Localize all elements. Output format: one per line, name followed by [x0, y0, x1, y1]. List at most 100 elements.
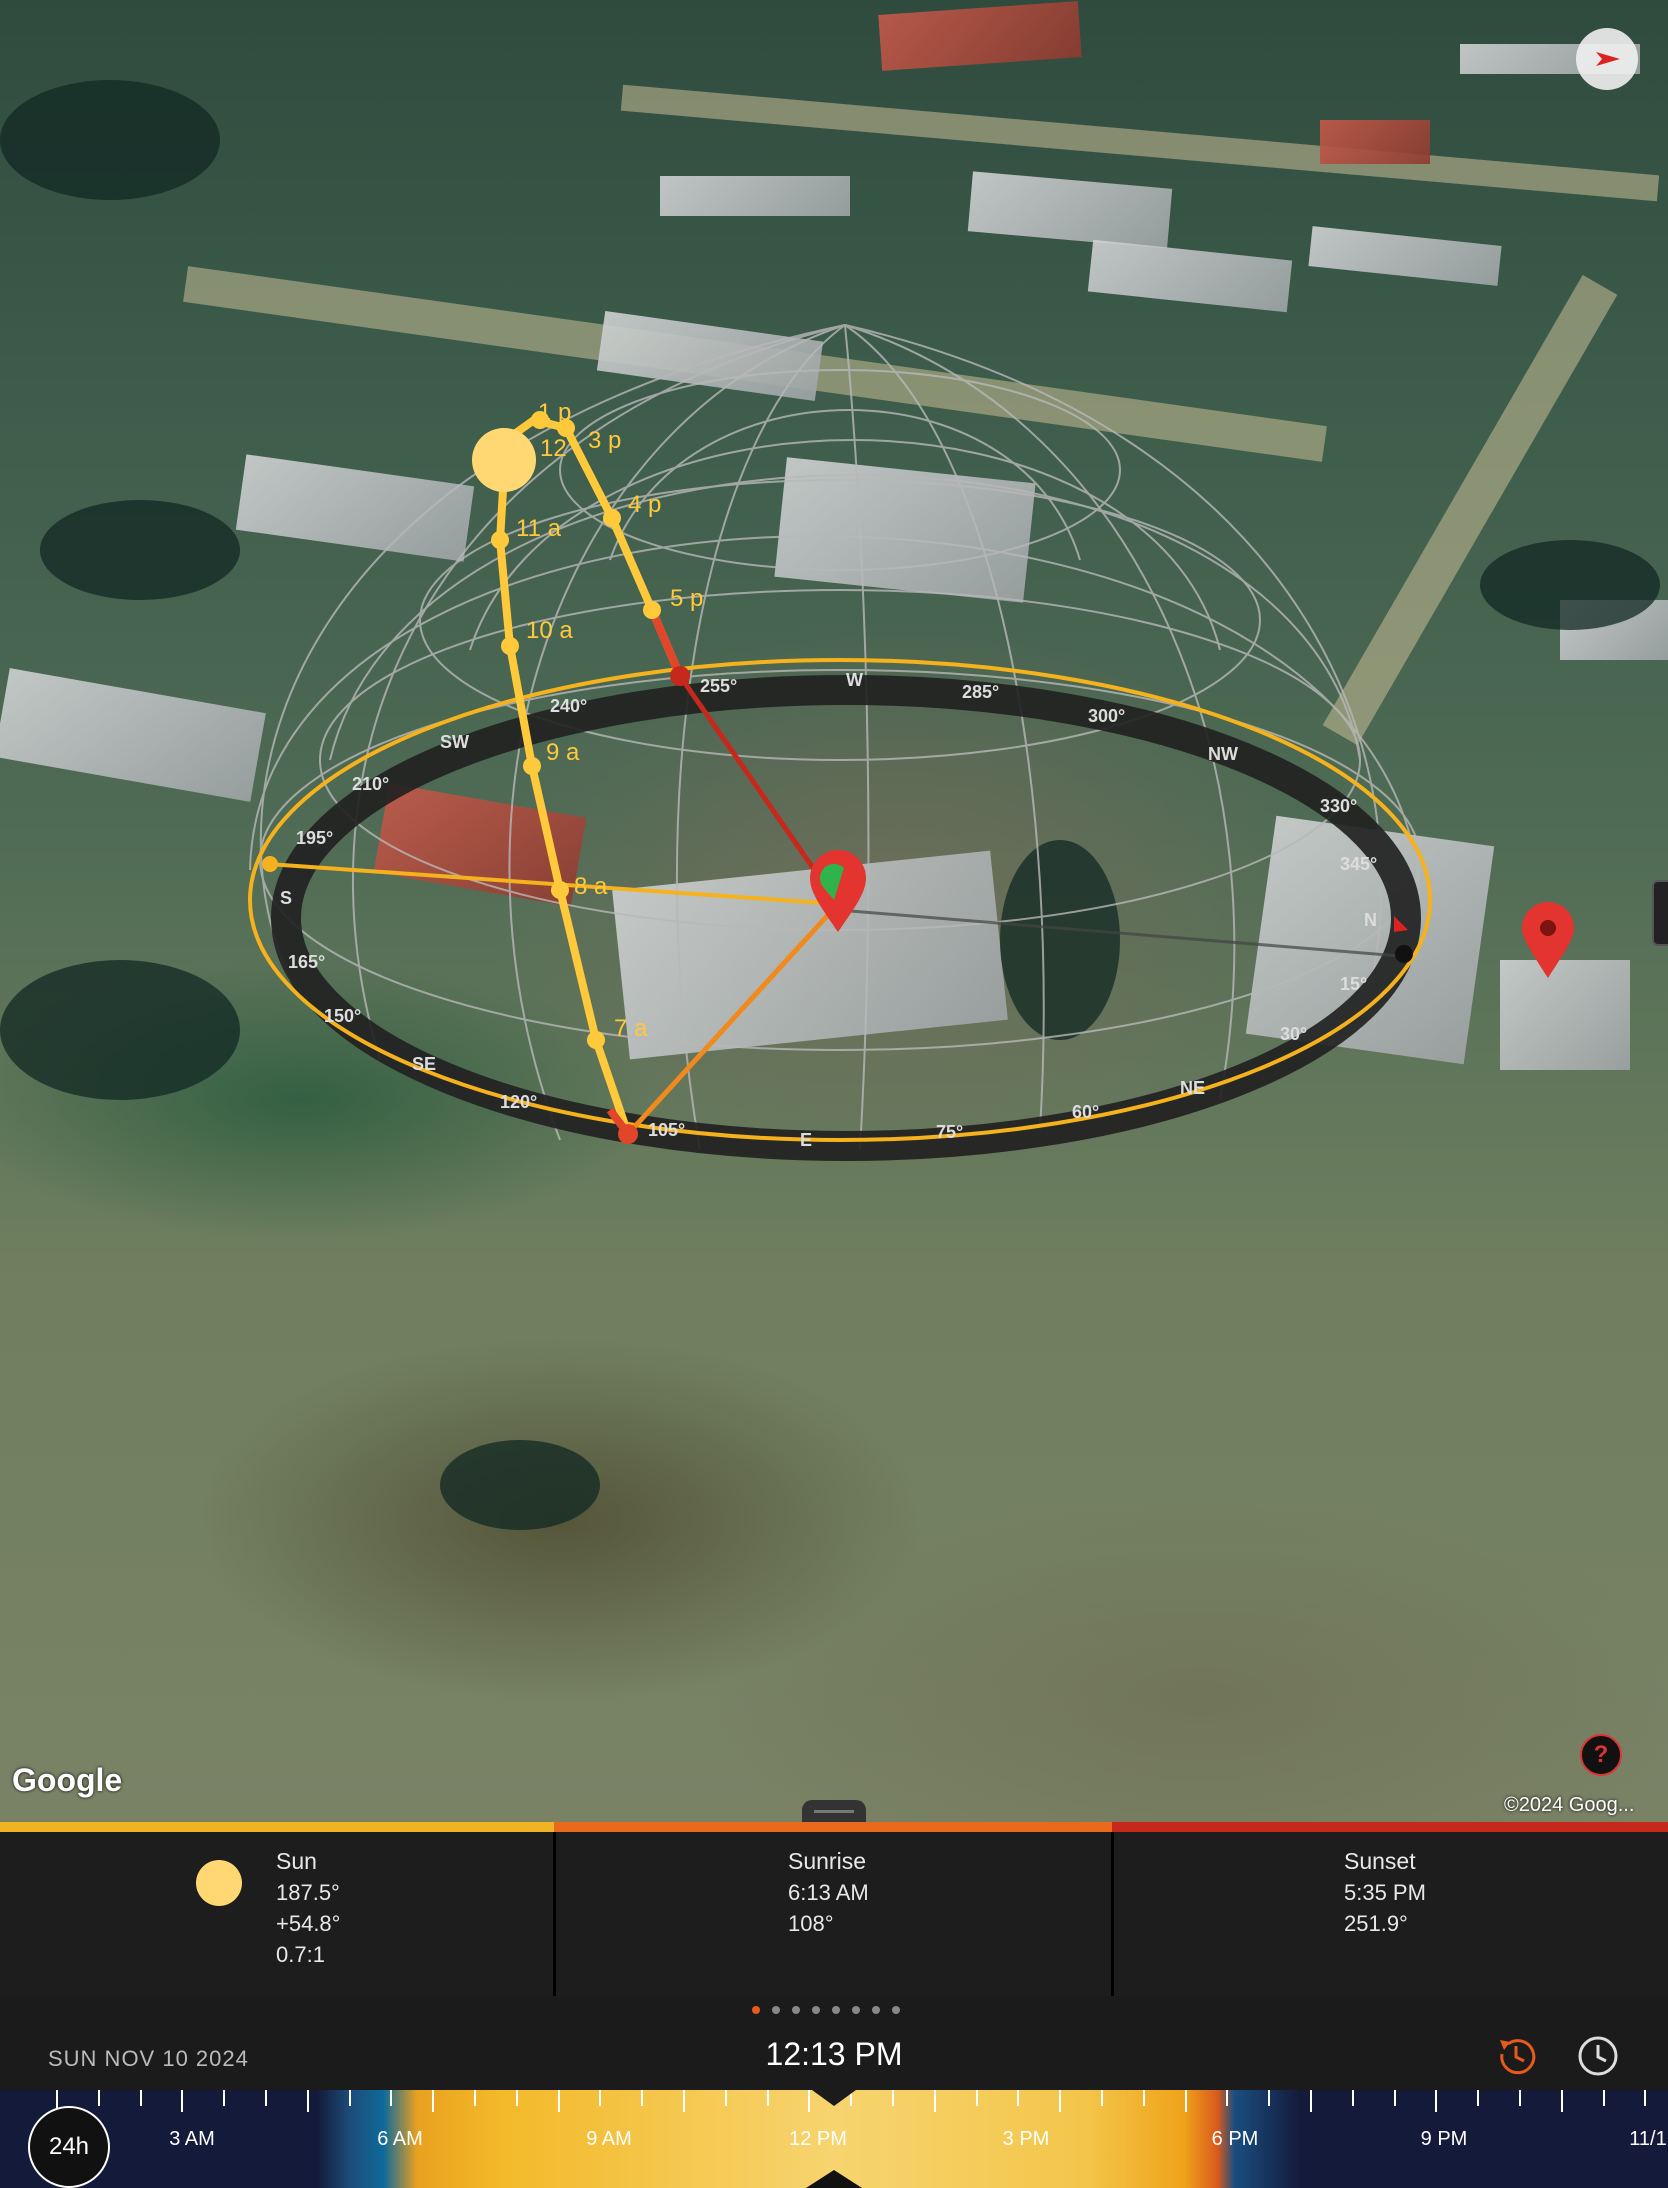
compass-label: 15°	[1340, 974, 1367, 994]
compass-label: 60°	[1072, 1102, 1099, 1122]
side-panel-handle[interactable]	[1652, 880, 1668, 946]
sun-azimuth-marker	[262, 856, 278, 872]
hour-label: 5 p	[670, 585, 703, 612]
sunset-title: Sunset	[1344, 1848, 1416, 1874]
timeline-tick	[933, 2090, 936, 2112]
compass-handle[interactable]	[1395, 945, 1413, 963]
sunrise-marker	[618, 1124, 638, 1144]
timeline-label: 3 PM	[1002, 2128, 1050, 2150]
compass-label: 165°	[288, 952, 325, 972]
compass-label: 30°	[1280, 1024, 1307, 1044]
compass-label: 210°	[352, 774, 389, 794]
page-dot[interactable]	[852, 2006, 860, 2014]
timeline-tick	[139, 2090, 142, 2106]
timeline-label: 9 PM	[1420, 2128, 1468, 2150]
map-view[interactable]: 255° W 285° 300° NW 330° 345° N 15° 30° …	[0, 0, 1668, 1822]
24h-toggle-button[interactable]: 24h	[28, 2106, 110, 2188]
timeline-tick	[599, 2090, 602, 2106]
timeline-pointer-bottom	[806, 2170, 862, 2188]
timeline-pointer	[812, 2090, 856, 2106]
timeline-tick	[97, 2090, 100, 2106]
sunset-strip	[1112, 1822, 1668, 1832]
arrow-icon	[1596, 52, 1620, 66]
sun-title: Sun	[276, 1848, 317, 1874]
timeline-tick	[1142, 2090, 1145, 2106]
sunset-info-card[interactable]: Sunset 5:35 PM 251.9°	[1114, 1832, 1668, 1996]
dome-grid	[249, 324, 1421, 1151]
timeline-tick	[306, 2090, 309, 2112]
timeline-tick	[683, 2090, 685, 2112]
info-panel: Sun 187.5° +54.8° 0.7:1 Sunrise 6:13 AM …	[0, 1822, 1668, 1996]
timeline-tick	[1310, 2090, 1312, 2112]
sun-path-overlay: 255° W 285° 300° NW 330° 345° N 15° 30° …	[248, 324, 1432, 1161]
compass-label: 345°	[1340, 854, 1377, 874]
hour-label: 3 p	[588, 427, 621, 454]
hour-label: 4 p	[628, 491, 661, 518]
timeline-label: 6 PM	[1211, 2128, 1259, 2150]
timeline-label: 3 AM	[169, 2128, 215, 2150]
map-copyright[interactable]: ©2024 Goog...	[1504, 1794, 1634, 1817]
compass-label: 330°	[1320, 796, 1357, 816]
page-dot[interactable]	[892, 2006, 900, 2014]
hour-label: 9 a	[546, 739, 580, 766]
compass-label: E	[800, 1130, 812, 1150]
navigate-button[interactable]	[1576, 28, 1638, 90]
compass-label: 255°	[700, 676, 737, 696]
time-label[interactable]: 12:13 PM	[0, 2036, 1668, 2073]
sunrise-strip	[554, 1822, 1112, 1832]
timeline-label: 9 AM	[586, 2128, 632, 2150]
page-dot[interactable]	[752, 2006, 760, 2014]
timeline-label: 6 AM	[377, 2128, 423, 2150]
compass-label: 195°	[296, 828, 333, 848]
timeline-tick	[557, 2090, 560, 2112]
compass-label: 75°	[936, 1122, 963, 1142]
timeline-tick	[1226, 2090, 1229, 2106]
timeline-tick	[724, 2090, 727, 2106]
hour-label: 11 a	[516, 515, 562, 542]
sunset-azimuth: 251.9°	[1344, 1911, 1408, 1936]
secondary-pin-icon[interactable]	[1520, 900, 1576, 985]
timeline-tick	[474, 2090, 476, 2106]
timeline-label: 11/1	[1629, 2128, 1667, 2150]
compass-label: 105°	[648, 1120, 685, 1140]
compass-label: SE	[412, 1054, 436, 1074]
page-dot[interactable]	[872, 2006, 880, 2014]
hour-label: 12	[540, 435, 567, 462]
sunrise-azimuth: 108°	[788, 1911, 834, 1936]
timeline-tick	[1644, 2090, 1647, 2106]
sunrise-info-card[interactable]: Sunrise 6:13 AM 108°	[556, 1832, 1112, 1996]
sunrise-time: 6:13 AM	[788, 1880, 869, 1905]
page-dot[interactable]	[812, 2006, 820, 2014]
history-clock-icon[interactable]	[1494, 2034, 1538, 2078]
compass-label: W	[846, 670, 863, 690]
timeline-tick	[432, 2090, 435, 2112]
sun-elevation: +54.8°	[276, 1911, 341, 1936]
timeline-tick	[390, 2090, 393, 2106]
sunrise-title: Sunrise	[788, 1848, 866, 1874]
location-pin-icon[interactable]	[810, 850, 866, 932]
help-button[interactable]: ?	[1580, 1734, 1622, 1776]
compass-label: 300°	[1088, 706, 1125, 726]
compass-label: NW	[1208, 744, 1238, 764]
sun-info-card[interactable]: Sun 187.5° +54.8° 0.7:1	[0, 1832, 554, 1996]
timeline-tick	[1268, 2090, 1271, 2106]
sunset-time: 5:35 PM	[1344, 1880, 1426, 1905]
timeline-tick	[1519, 2090, 1521, 2106]
clock-icon[interactable]	[1576, 2034, 1620, 2078]
sun-azimuth: 187.5°	[276, 1880, 340, 1905]
page-indicator[interactable]	[752, 2006, 900, 2014]
page-dot[interactable]	[772, 2006, 780, 2014]
compass-label: 150°	[324, 1006, 361, 1026]
timeline-tick	[1101, 2090, 1103, 2106]
page-dot[interactable]	[792, 2006, 800, 2014]
compass-label: 285°	[962, 682, 999, 702]
timeline-tick	[1560, 2090, 1563, 2112]
sun-icon	[196, 1860, 242, 1906]
panel-drag-handle[interactable]	[802, 1800, 866, 1822]
timeline-label: 12 PM	[789, 2128, 847, 2150]
hour-label: 8 a	[574, 873, 608, 900]
compass-label: N	[1364, 910, 1377, 930]
page-dot[interactable]	[832, 2006, 840, 2014]
sun-icon[interactable]	[472, 428, 536, 492]
sunset-marker	[670, 666, 690, 686]
